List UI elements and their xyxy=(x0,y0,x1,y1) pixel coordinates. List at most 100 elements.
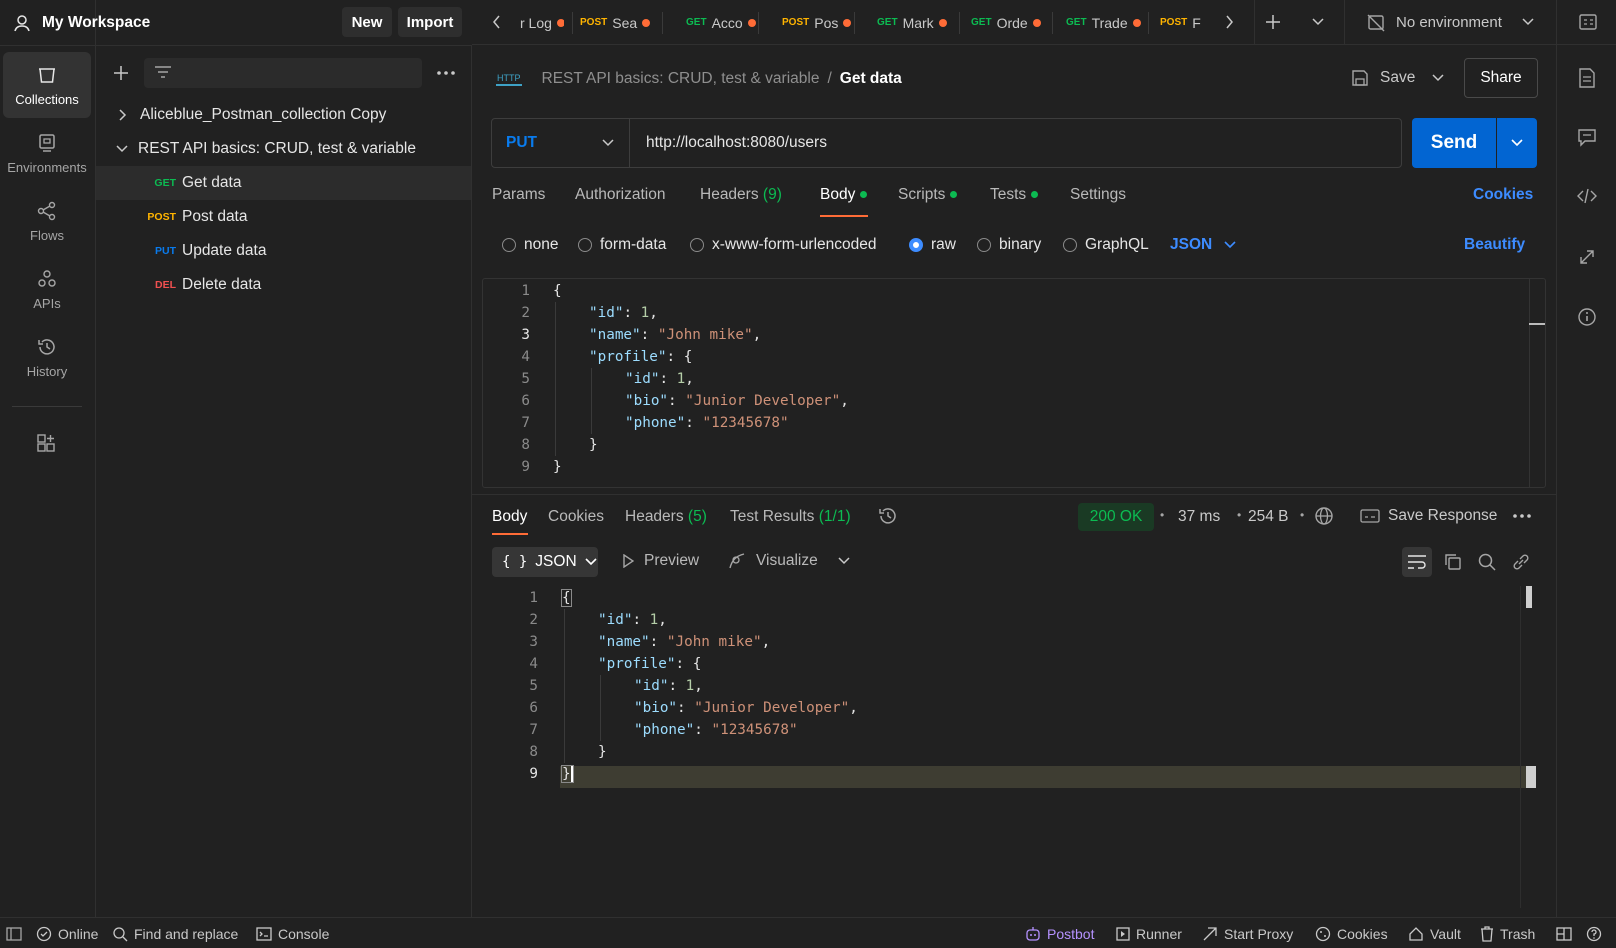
filter-icon xyxy=(155,66,171,78)
new-button[interactable]: New xyxy=(342,7,392,37)
import-button[interactable]: Import xyxy=(398,7,462,37)
documentation-button[interactable] xyxy=(1577,67,1597,89)
code-snippet-button[interactable] xyxy=(1576,187,1598,205)
response-size[interactable]: 254 B xyxy=(1248,508,1289,526)
tabs-scroll-left-button[interactable] xyxy=(492,15,502,29)
response-tab-test-results[interactable]: Test Results (1/1) xyxy=(730,508,851,526)
tab-name: Orde xyxy=(996,14,1028,31)
save-button[interactable]: Save xyxy=(1350,58,1415,98)
copy-link-button[interactable] xyxy=(1511,552,1531,572)
wrap-lines-button[interactable] xyxy=(1402,547,1432,577)
layout-button[interactable] xyxy=(1556,918,1572,948)
collection-item[interactable]: REST API basics: CRUD, test & variable xyxy=(96,132,471,166)
new-tab-button[interactable] xyxy=(1264,13,1282,31)
sidebar-more-button[interactable] xyxy=(436,70,456,76)
token: "id" xyxy=(598,612,633,628)
radio-binary[interactable]: binary xyxy=(977,236,1041,254)
radio-urlencoded[interactable]: x-www-form-urlencoded xyxy=(690,236,877,254)
runner-button[interactable]: Runner xyxy=(1116,918,1182,948)
response-tab-cookies[interactable]: Cookies xyxy=(548,508,604,526)
rail-history[interactable]: History xyxy=(3,324,91,390)
console-button[interactable]: Console xyxy=(256,918,329,948)
request-tab[interactable]: GET Trade xyxy=(1066,0,1152,45)
radio-raw[interactable]: raw xyxy=(909,236,956,254)
postbot-button[interactable]: Postbot xyxy=(1025,918,1094,948)
response-tab-headers[interactable]: Headers (5) xyxy=(625,508,707,526)
search-button[interactable] xyxy=(1477,552,1497,572)
trash-button[interactable]: Trash xyxy=(1480,918,1535,948)
collection-item[interactable]: Aliceblue_Postman_collection Copy xyxy=(96,98,471,132)
tab-authorization[interactable]: Authorization xyxy=(575,186,665,204)
tab-params[interactable]: Params xyxy=(492,186,545,204)
radio-form-data[interactable]: form-data xyxy=(578,236,666,254)
tab-settings[interactable]: Settings xyxy=(1070,186,1126,204)
response-scrollbar-thumb[interactable] xyxy=(1526,586,1532,608)
request-tab[interactable]: GET Orde xyxy=(971,0,1049,45)
tab-tests[interactable]: Tests xyxy=(990,186,1039,204)
save-response-button[interactable]: Save Response xyxy=(1360,504,1497,528)
visualize-button[interactable]: Visualize xyxy=(728,552,818,570)
online-status[interactable]: Online xyxy=(36,918,98,948)
comments-button[interactable] xyxy=(1577,127,1597,147)
vault-button[interactable]: Vault xyxy=(1408,918,1461,948)
save-options-button[interactable] xyxy=(1432,74,1444,82)
beautify-link[interactable]: Beautify xyxy=(1464,236,1525,254)
preview-button[interactable]: Preview xyxy=(622,552,699,570)
rail-apis[interactable]: APIs xyxy=(3,256,91,322)
request-tab[interactable]: POST F xyxy=(1160,0,1212,45)
send-button[interactable]: Send xyxy=(1412,118,1496,168)
filter-input[interactable] xyxy=(144,58,422,88)
editor-scrollbar-thumb[interactable] xyxy=(1529,323,1545,325)
body-format-select[interactable]: JSON xyxy=(1170,236,1236,254)
cookies-link[interactable]: Cookies xyxy=(1473,186,1533,204)
response-history-button[interactable] xyxy=(878,506,898,526)
request-tab[interactable]: GET Mark xyxy=(877,0,957,45)
tab-body[interactable]: Body xyxy=(820,186,868,204)
response-more-button[interactable] xyxy=(1512,513,1532,519)
share-button[interactable]: Share xyxy=(1464,58,1538,98)
toggle-sidebar-button[interactable] xyxy=(6,918,22,948)
related-collections-button[interactable] xyxy=(1577,247,1597,267)
configure-sidebar-button[interactable] xyxy=(35,432,57,454)
status-badge[interactable]: 200 OK xyxy=(1078,503,1154,531)
rail-flows[interactable]: Flows xyxy=(3,188,91,254)
radio-graphql[interactable]: GraphQL xyxy=(1063,236,1149,254)
environment-dropdown-button[interactable] xyxy=(1522,18,1534,26)
breadcrumb-request-name[interactable]: Get data xyxy=(840,70,902,88)
tab-headers[interactable]: Headers (9) xyxy=(700,186,782,204)
rail-collections[interactable]: Collections xyxy=(3,52,91,118)
send-options-button[interactable] xyxy=(1497,118,1537,168)
cookies-button[interactable]: Cookies xyxy=(1315,918,1388,948)
url-input[interactable]: http://localhost:8080/users xyxy=(646,119,827,167)
response-time[interactable]: 37 ms xyxy=(1178,508,1220,526)
response-tab-body[interactable]: Body xyxy=(492,508,527,526)
start-proxy-button[interactable]: Start Proxy xyxy=(1202,918,1293,948)
method-select[interactable]: PUT xyxy=(492,119,630,167)
workspace-header[interactable]: My Workspace xyxy=(12,10,150,36)
info-button[interactable] xyxy=(1577,307,1597,327)
radio-none[interactable]: none xyxy=(502,236,558,254)
add-collection-button[interactable] xyxy=(112,64,130,82)
tabs-scroll-right-button[interactable] xyxy=(1224,15,1234,29)
help-button[interactable] xyxy=(1586,918,1602,948)
environment-selector[interactable]: No environment xyxy=(1366,0,1526,45)
visualize-options-button[interactable] xyxy=(838,557,850,565)
request-item[interactable]: GET Get data xyxy=(96,166,471,200)
environment-quick-look-button[interactable] xyxy=(1578,12,1598,32)
request-item[interactable]: DEL Delete data xyxy=(96,268,471,302)
network-info-button[interactable] xyxy=(1314,506,1334,526)
copy-button[interactable] xyxy=(1443,552,1463,572)
rail-environments[interactable]: Environments xyxy=(3,120,91,186)
request-item[interactable]: POST Post data xyxy=(96,200,471,234)
tab-scripts[interactable]: Scripts xyxy=(898,186,958,204)
request-tab[interactable]: POST Pos xyxy=(782,0,858,45)
response-format-select[interactable]: { } JSON xyxy=(492,547,598,577)
request-tab[interactable]: POST Sea xyxy=(580,0,656,45)
request-tab[interactable]: GET Acco xyxy=(686,0,762,45)
tabs-overflow-button[interactable] xyxy=(1312,18,1324,26)
breadcrumb-collection[interactable]: REST API basics: CRUD, test & variable xyxy=(542,70,820,88)
find-replace-button[interactable]: Find and replace xyxy=(112,918,238,948)
rail-label: History xyxy=(26,363,68,379)
request-tab[interactable]: r Log xyxy=(520,0,564,45)
request-item[interactable]: PUT Update data xyxy=(96,234,471,268)
